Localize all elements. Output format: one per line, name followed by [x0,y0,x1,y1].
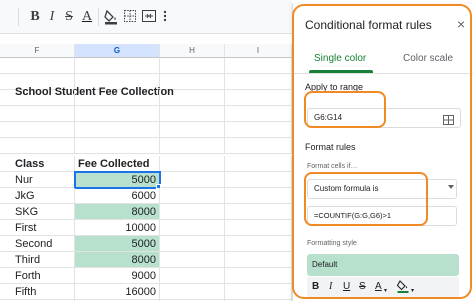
class-cell[interactable]: First [0,220,75,236]
class-cell[interactable]: Forth [0,268,75,284]
column-header-h[interactable]: H [160,44,225,58]
cell[interactable] [160,284,225,300]
fee-cell[interactable]: 8000 [75,252,160,268]
format-rules-label: Format rules [305,142,356,152]
fee-cell[interactable]: 10000 [75,220,160,236]
style-italic-button[interactable]: I [329,280,332,294]
bold-button[interactable]: B [28,7,42,27]
fill-color-icon[interactable] [396,280,409,299]
style-underline-button[interactable]: U [343,280,350,294]
close-icon[interactable]: × [457,17,465,31]
cell[interactable] [75,122,160,138]
fee-cell[interactable]: 5000 [75,236,160,252]
cell[interactable] [160,58,225,74]
cell[interactable] [225,204,292,220]
cell[interactable] [160,90,225,106]
cell[interactable] [160,204,225,220]
custom-formula-input[interactable]: =COUNTIF(G:G,G6)>1 [307,206,457,226]
cell[interactable] [160,106,225,122]
column-header-f[interactable]: F [0,44,75,58]
formatting-toolbar: B I S A [0,0,292,34]
fee-cell[interactable]: 16000 [75,284,160,300]
cell[interactable] [225,220,292,236]
apply-to-range-label: Apply to range [305,82,364,92]
formatting-style-label: Formatting style [307,240,357,247]
fee-cell[interactable]: 5000 [74,171,161,189]
style-bold-button[interactable]: B [312,280,319,294]
class-cell[interactable]: Nur [0,172,75,188]
chevron-down-icon[interactable]: ▾ [411,284,414,298]
style-strikethrough-button[interactable]: S [359,280,366,294]
borders-icon[interactable] [124,10,136,30]
cell[interactable] [225,156,292,172]
column-label-class[interactable]: Class [0,156,75,172]
fee-cell[interactable]: 9000 [75,268,160,284]
column-label-fee-collected[interactable]: Fee Collected [75,156,160,172]
tab-color-scale[interactable]: Color scale [403,52,453,66]
cell[interactable] [225,172,292,188]
cell[interactable] [225,106,292,122]
cell[interactable] [225,122,292,138]
condition-select[interactable]: Custom formula is [307,179,457,199]
toolbar-separator [18,8,19,26]
cell[interactable] [160,122,225,138]
select-range-icon[interactable] [443,112,454,130]
toolbar-separator [98,8,99,26]
cell[interactable] [0,58,75,74]
cell[interactable] [160,188,225,204]
column-header-i[interactable]: I [225,44,292,58]
cell[interactable] [160,252,225,268]
fee-cell[interactable]: 8000 [75,204,160,220]
cell[interactable] [225,284,292,300]
cell[interactable] [225,138,292,154]
merge-cells-icon[interactable] [142,10,156,30]
class-cell[interactable]: Third [0,252,75,268]
fill-color-icon[interactable] [104,9,118,29]
cell[interactable] [160,220,225,236]
italic-button[interactable]: I [46,7,58,27]
cell[interactable] [75,58,160,74]
cell[interactable] [225,188,292,204]
tab-divider [293,73,473,74]
tab-single-color[interactable]: Single color [314,52,366,66]
cell[interactable] [160,156,225,172]
class-cell[interactable]: Fifth [0,284,75,300]
cell[interactable] [75,106,160,122]
chevron-down-icon[interactable]: ▾ [384,284,387,298]
cell[interactable] [0,122,75,138]
cell[interactable] [160,268,225,284]
cell[interactable] [225,268,292,284]
style-preview[interactable]: Default [307,254,459,276]
column-header-g[interactable]: G [75,44,160,58]
range-input[interactable]: G6:G14 [307,108,461,128]
cell[interactable] [160,236,225,252]
cell[interactable] [225,74,292,90]
cell[interactable] [225,90,292,106]
cell[interactable] [75,138,160,154]
text-color-button[interactable]: A [81,7,93,27]
cell[interactable] [225,252,292,268]
cell[interactable] [0,106,75,122]
format-cells-if-label: Format cells if… [307,163,358,170]
cell[interactable] [160,138,225,154]
fee-cell[interactable]: 6000 [75,188,160,204]
style-text-color-button[interactable]: A [375,280,382,294]
cell[interactable] [160,172,225,188]
panel-title: Conditional format rules [305,18,432,32]
more-icon[interactable] [160,10,170,30]
class-cell[interactable]: JkG [0,188,75,204]
cell[interactable] [225,236,292,252]
class-cell[interactable]: SKG [0,204,75,220]
style-toolbar: B I U S A ▾ ▾ [307,277,459,297]
strikethrough-button[interactable]: S [63,7,75,27]
chevron-down-icon[interactable] [448,185,454,189]
cell[interactable] [75,90,160,106]
cell[interactable] [0,90,75,106]
conditional-format-panel: Conditional format rules × Single color … [292,4,474,301]
spreadsheet-grid: F G H I School Student Fee Collection Cl… [0,44,292,301]
cell[interactable] [225,58,292,74]
class-cell[interactable]: Second [0,236,75,252]
cell[interactable] [0,138,75,154]
